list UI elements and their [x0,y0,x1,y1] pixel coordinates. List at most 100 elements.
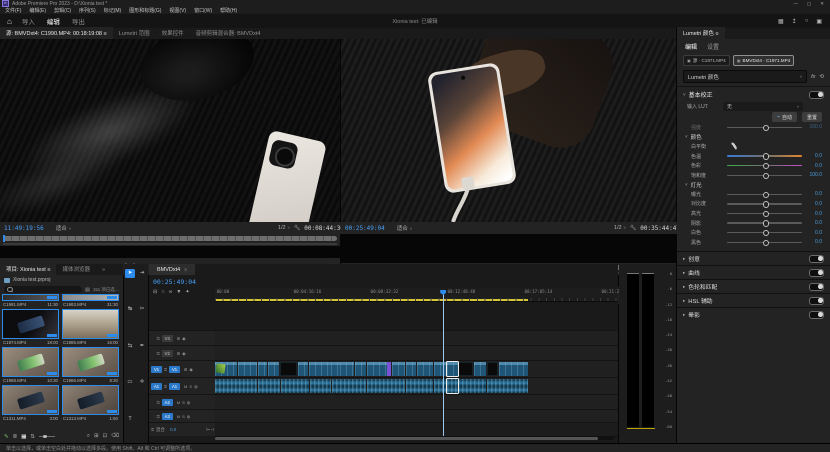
lumetri-subtab-编辑[interactable]: 编辑 [685,42,697,51]
project-item[interactable]: C1985.MP416:00 [62,309,119,347]
selection-tool[interactable]: ➤ [125,269,135,278]
sync-lock-icon[interactable]: ⊞ [177,336,180,341]
slider-高光[interactable] [727,213,802,215]
slider-白色[interactable] [727,232,802,234]
track-lock-icon[interactable]: ⚿ [164,367,167,372]
track-header-V3[interactable]: ⚿V3 ⊞◉ [149,330,216,345]
slider-handle[interactable] [763,230,770,237]
effect-toggle[interactable] [809,255,824,263]
track-header-V1[interactable]: V1⚿V1⊞◉ [149,360,216,377]
menu-item-图形和标题(G)[interactable]: 图形和标题(G) [129,7,161,14]
slider-handle[interactable] [763,125,770,132]
sort-icon[interactable]: ⇅ [30,434,35,440]
panel-tab[interactable]: Lumetri 范围 [113,27,156,39]
project-item[interactable]: C1311.MP43:00 [2,385,59,423]
video-clip[interactable] [417,362,433,376]
basic-correction-header[interactable]: ˅ 基本校正 [677,87,830,102]
project-item[interactable]: C1981.MP411:30 [2,294,59,309]
find-icon[interactable]: ⌕ [87,433,90,440]
slider-阴影[interactable] [727,222,802,224]
program-zoom-select[interactable]: 适合˅ [397,224,412,232]
icon-view-icon[interactable]: ▦ [21,434,26,440]
ripple-edit-tool[interactable]: ↹ [125,305,135,314]
search-input[interactable] [4,286,82,293]
source-settings-wrench-icon[interactable]: 🔧︎ [294,225,300,231]
source-patch-A1[interactable]: A1 [151,383,162,390]
track-header-A1[interactable]: A1⚿A1MS◍ [149,377,216,394]
project-writable-icon[interactable]: ✎ [4,434,9,440]
slider-handle[interactable] [763,211,770,218]
video-clip[interactable] [367,362,387,376]
slider-饱和度[interactable] [727,175,802,177]
rectangle-tool[interactable]: ▭ [125,378,135,387]
source-playhead-caret[interactable] [3,235,5,242]
video-clip[interactable] [258,362,267,376]
timeline-sequence-tab[interactable]: BMVDxt4≡ [149,264,195,275]
source-zoom-bar[interactable] [3,236,337,241]
voiceover-mic-icon[interactable]: ◍ [187,400,191,405]
slider-handle[interactable] [763,153,770,160]
nest-icon[interactable]: ⊟ [153,289,157,295]
source-scrub-area[interactable] [0,234,340,246]
video-clip[interactable] [268,362,279,376]
slider-强度[interactable] [727,127,802,129]
master-gain-value[interactable]: 0.0 [170,427,176,432]
lumetri-section-HSL 辅助[interactable]: ▸HSL 辅助 [677,293,830,307]
fx-bypass-icon[interactable]: fx [811,74,815,80]
slider-黑色[interactable] [727,242,802,244]
track-lock-icon[interactable]: ⚿ [157,336,160,341]
source-resolution-select[interactable]: 1/2˅ [278,225,290,231]
audio-clip[interactable] [332,379,365,393]
panel-tab[interactable]: 源: BMVDxt4: C1990.MP4: 00:18:19:08 ≡ [0,27,113,39]
close-button[interactable]: ✕ [820,1,824,7]
track-target-V3[interactable]: V3 [162,335,173,342]
track-lock-icon[interactable]: ⚿ [157,400,160,405]
workspaces-icon[interactable]: ▦ [778,18,784,25]
minimize-button[interactable]: — [793,1,798,7]
track-select-forward-tool[interactable]: ⇥ [137,269,147,278]
audio-clip[interactable] [447,379,458,393]
clip-thumbnail[interactable] [62,309,119,339]
clip-thumbnail[interactable] [2,385,59,415]
video-clip[interactable] [387,362,390,376]
solo-button[interactable]: S [189,384,192,389]
video-clip[interactable] [298,362,308,376]
track-target-A1[interactable]: A1 [169,383,180,390]
solo-button[interactable]: S [182,400,185,405]
video-clip[interactable] [355,362,366,376]
track-content-V3[interactable] [215,330,618,346]
slider-handle[interactable] [763,192,770,199]
slip-tool[interactable]: ⇆ [125,342,135,351]
video-clip[interactable] [447,362,458,376]
voiceover-mic-icon[interactable]: ◍ [194,384,198,389]
timeline-playhead[interactable] [443,290,444,436]
linked-selection-icon[interactable]: ∞ [169,289,173,295]
project-item[interactable]: C1986.MP48:30 [62,347,119,385]
track-output-eye-icon[interactable]: ◉ [189,367,193,372]
sync-lock-icon[interactable]: ⊞ [177,351,180,356]
effect-toggle[interactable] [809,283,824,291]
slider-对比度[interactable] [727,203,802,205]
source-zoom-select[interactable]: 适合˅ [56,224,71,232]
track-header-A3[interactable]: ⚿A3MS◍ [149,409,216,423]
program-timecode[interactable]: 00:25:49:04 [345,225,385,232]
audio-clip[interactable] [281,379,309,393]
sync-icon[interactable]: ○ [805,18,809,25]
video-clip[interactable] [392,362,406,376]
track-target-V1[interactable]: V1 [169,366,180,373]
slider-色彩[interactable] [727,165,802,167]
pen-tool[interactable]: ✒ [137,342,147,351]
track-target-A3[interactable]: A3 [162,413,173,420]
hand-tool[interactable]: ✛ [137,378,147,387]
track-lock-icon[interactable]: ⚿ [157,351,160,356]
project-item[interactable]: C1988.MP410:30 [2,347,59,385]
track-lock-icon[interactable]: ⚿ [164,384,167,389]
reset-button[interactable]: 重置 [802,112,822,122]
clip-thumbnail[interactable] [62,385,119,415]
slider-handle[interactable] [763,220,770,227]
source-scrollbar[interactable] [3,243,337,245]
track-output-eye-icon[interactable]: ◉ [182,336,186,341]
menu-item-视图(V)[interactable]: 视图(V) [169,7,186,14]
panel-tab[interactable]: 音频剪辑混合器: BMVDxt4 [190,27,267,39]
video-clip[interactable] [458,362,473,376]
